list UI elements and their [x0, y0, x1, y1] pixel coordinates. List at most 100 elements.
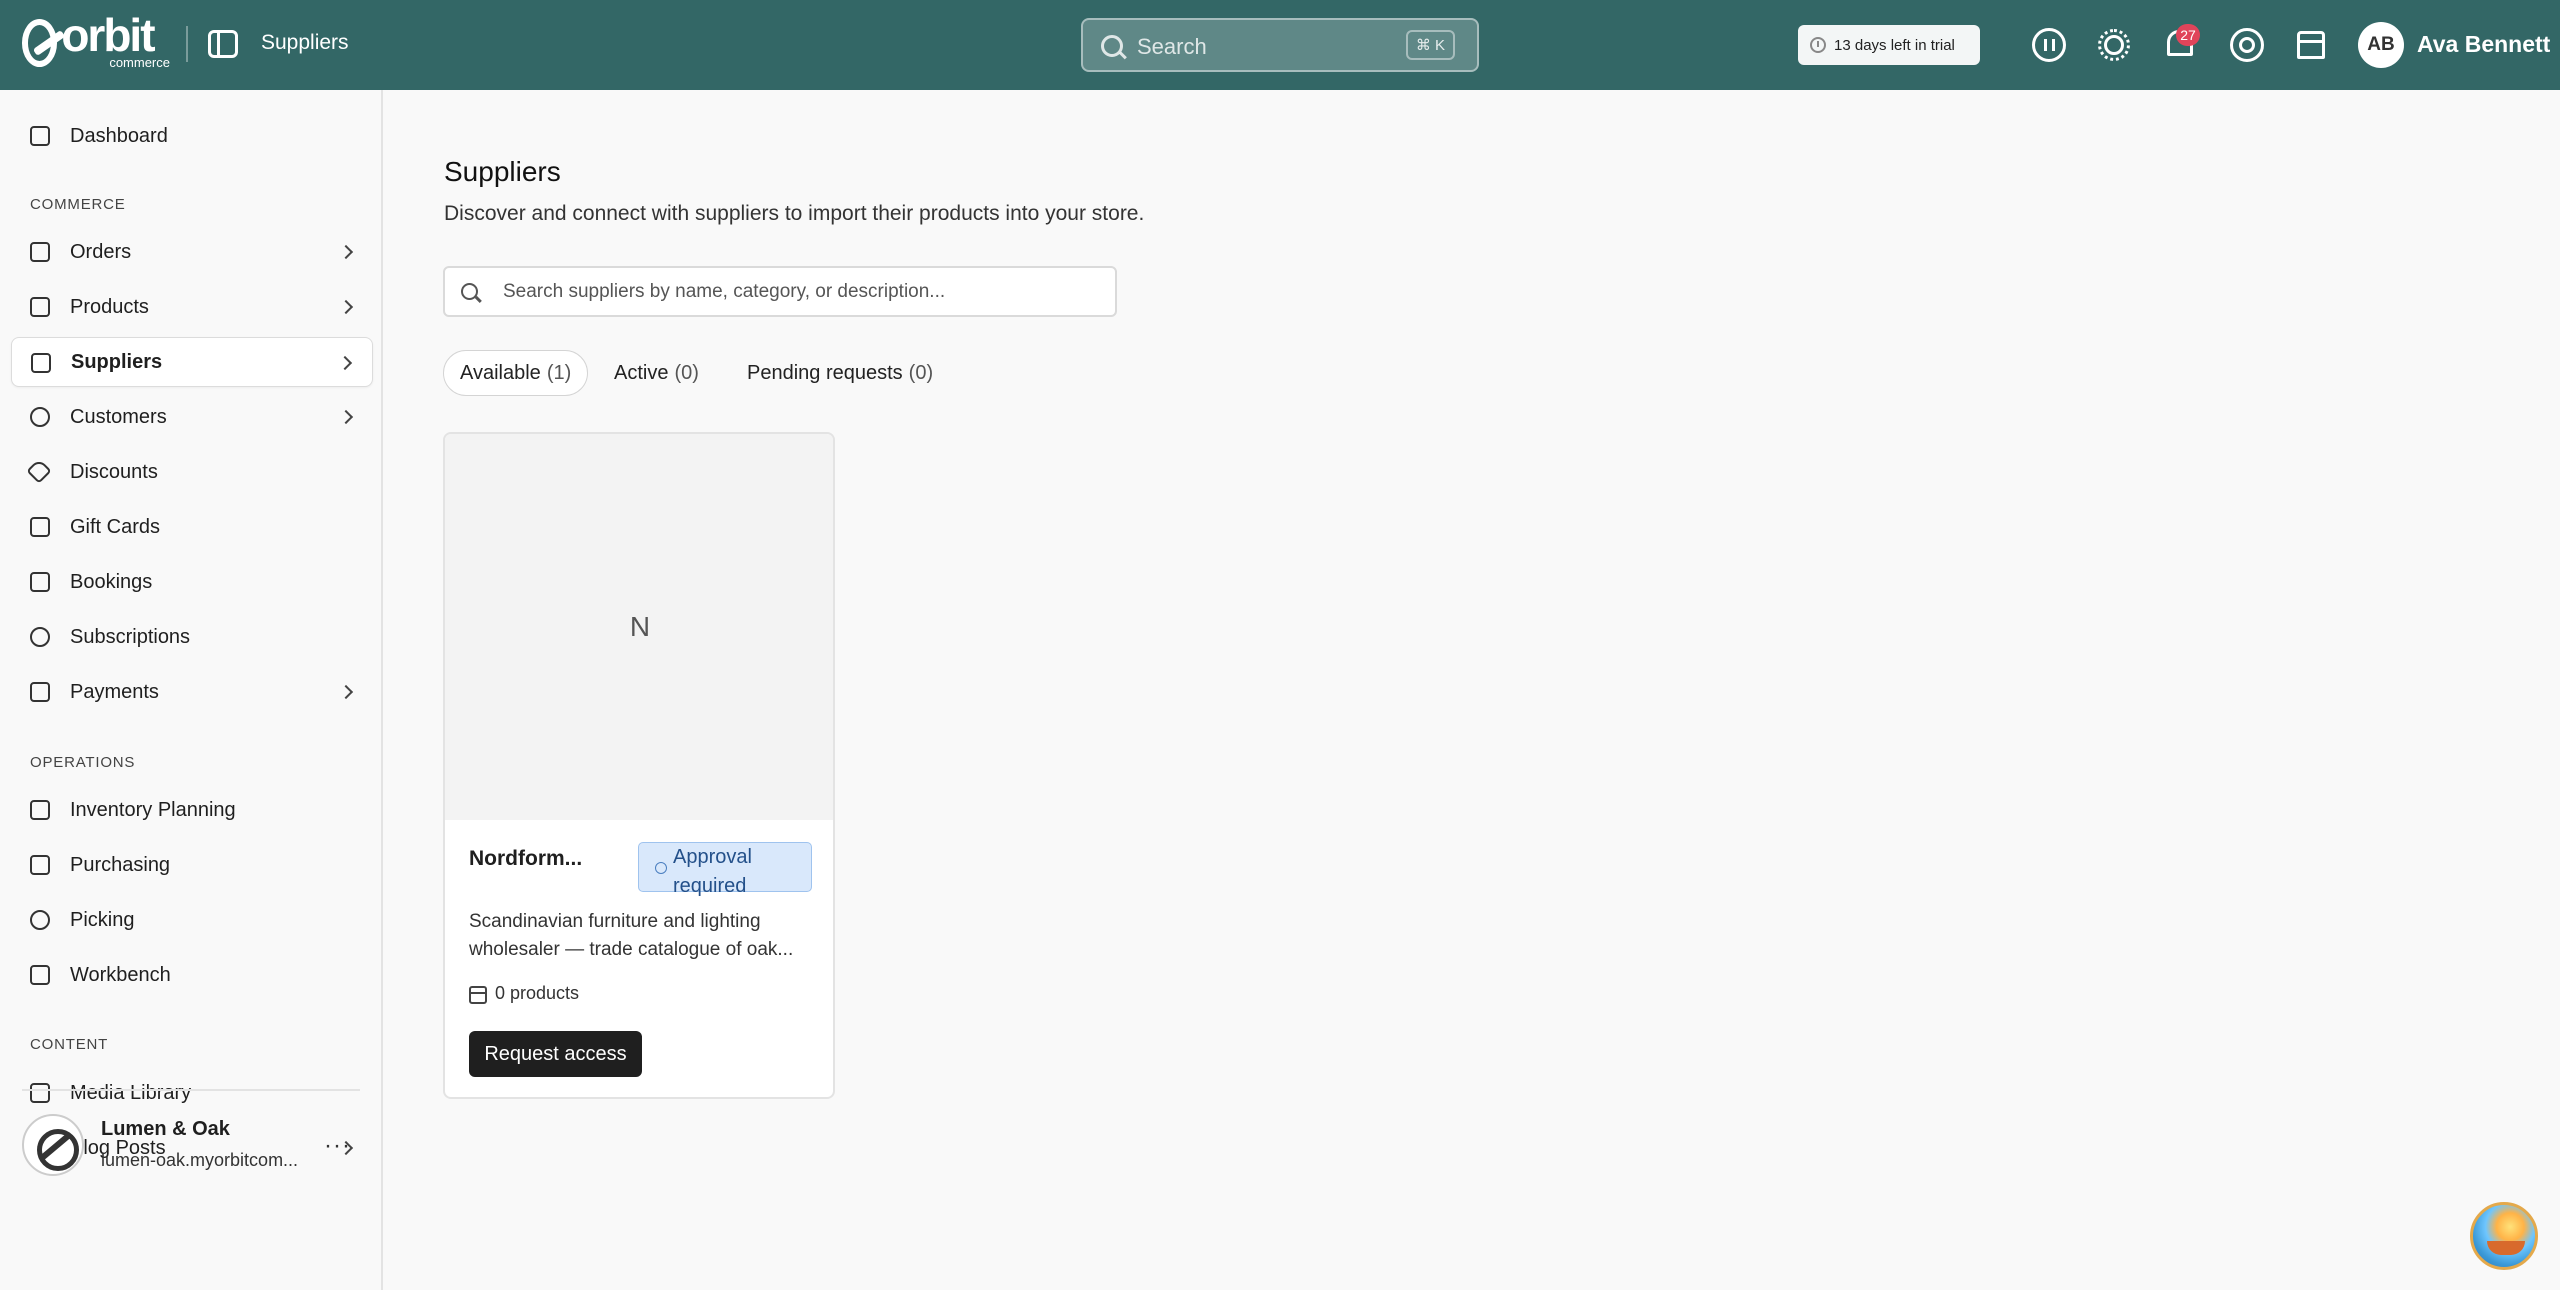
top-bar: orbit commerce Suppliers Search ⌘ K 13 d…: [0, 0, 2560, 90]
tab-count: (0): [908, 361, 934, 384]
help-lifebuoy-icon[interactable]: [2230, 28, 2264, 62]
section-label-content: CONTENT: [30, 1036, 109, 1053]
section-label-operations: OPERATIONS: [30, 754, 136, 771]
store-url: lumen-oak.myorbitcom...: [101, 1150, 299, 1170]
sidebar-item-purchasing[interactable]: Purchasing: [11, 840, 373, 890]
sidebar-item-label: Dashboard: [70, 124, 168, 147]
pause-icon[interactable]: [2032, 28, 2066, 62]
approval-status-badge: Approval required: [638, 842, 812, 897]
section-label-commerce: COMMERCE: [30, 196, 126, 213]
purchasing-icon: [30, 855, 50, 875]
page-description: Discover and connect with suppliers to i…: [444, 202, 1145, 225]
sidebar-item-label: Media Library: [70, 1081, 192, 1104]
sidebar-item-label: Workbench: [70, 963, 171, 986]
customers-icon: [30, 407, 50, 427]
user-name[interactable]: Ava Bennett: [2417, 31, 2550, 58]
status-dot-icon: [655, 862, 667, 874]
chevron-right-icon: [338, 409, 354, 425]
orbit-logo-icon: [22, 19, 58, 67]
sidebar: Dashboard COMMERCE Orders Products Suppl…: [0, 90, 383, 1290]
supplier-search-input[interactable]: [503, 276, 1103, 308]
badge-label: Approval required: [673, 846, 752, 897]
sidebar-item-label: Discounts: [70, 460, 158, 483]
package-icon: [469, 986, 487, 1004]
sidebar-item-label: Purchasing: [70, 853, 171, 876]
supplier-card[interactable]: N Nordform... Approval required Scandina…: [443, 432, 835, 1099]
image-icon: [30, 1083, 50, 1103]
sidebar-item-label: Subscriptions: [70, 625, 191, 648]
sidebar-item-bookings[interactable]: Bookings: [11, 557, 373, 607]
sidebar-item-orders[interactable]: Orders: [11, 227, 373, 277]
sidebar-item-media-library[interactable]: Media Library: [11, 1068, 373, 1118]
product-count: 0 products: [469, 982, 579, 1004]
orbit-commerce-logo[interactable]: orbit commerce: [22, 12, 170, 70]
sidebar-item-label: Customers: [70, 405, 167, 428]
tab-label: Available: [460, 361, 541, 384]
search-icon: [461, 283, 478, 300]
sidebar-item-inventory-planning[interactable]: Inventory Planning: [11, 785, 373, 835]
chevron-right-icon: [338, 299, 354, 315]
sidebar-item-dashboard[interactable]: Dashboard: [11, 111, 373, 161]
notification-count-badge: 27: [2176, 24, 2200, 46]
sidebar-item-payments[interactable]: Payments: [11, 667, 373, 717]
products-icon: [30, 297, 50, 317]
theme-sun-icon[interactable]: [2098, 29, 2130, 61]
tab-active[interactable]: Active (0): [614, 350, 699, 396]
map-pin-icon: [30, 910, 50, 930]
more-options-icon[interactable]: ···: [324, 1132, 351, 1160]
product-count-label: 0 products: [495, 982, 580, 1003]
supplier-description: Scandinavian furniture and lighting whol…: [469, 908, 819, 964]
tab-available[interactable]: Available (1): [443, 350, 589, 396]
sidebar-item-gift-cards[interactable]: Gift Cards: [11, 502, 373, 552]
sidebar-item-label: Picking: [70, 908, 135, 931]
orders-icon: [30, 242, 50, 262]
sidebar-item-label: Orders: [70, 240, 132, 263]
toggle-sidebar-icon[interactable]: [208, 30, 238, 58]
sidebar-item-label: Inventory Planning: [70, 798, 236, 821]
sidebar-item-subscriptions[interactable]: Subscriptions: [11, 612, 373, 662]
assistant-launcher-icon[interactable]: [2470, 1202, 2538, 1270]
logo-word: orbit: [61, 8, 155, 61]
sidebar-item-customers[interactable]: Customers: [11, 392, 373, 442]
storefront-icon[interactable]: [2297, 31, 2325, 59]
topbar-page-title: Suppliers: [261, 31, 349, 54]
description-line: wholesaler — trade catalogue of oak...: [469, 939, 794, 960]
user-avatar[interactable]: AB: [2358, 22, 2404, 68]
tab-count: (1): [546, 361, 572, 384]
sidebar-item-label: Payments: [70, 680, 159, 703]
trial-badge[interactable]: 13 days left in trial: [1798, 25, 1980, 65]
chevron-right-icon: [337, 355, 353, 371]
calendar-icon: [30, 572, 50, 592]
tag-icon: [26, 458, 52, 484]
supplier-search[interactable]: [443, 266, 1117, 317]
workbench-icon: [30, 965, 50, 985]
tab-count: (0): [674, 361, 699, 384]
gift-icon: [30, 517, 50, 537]
dashboard-icon: [30, 126, 50, 146]
sidebar-item-discounts[interactable]: Discounts: [11, 447, 373, 497]
sidebar-item-products[interactable]: Products: [11, 282, 373, 332]
sidebar-item-picking[interactable]: Picking: [11, 895, 373, 945]
suppliers-icon: [31, 353, 51, 373]
global-search-placeholder: Search: [1137, 34, 1207, 59]
sidebar-divider: [22, 1089, 360, 1091]
topbar-divider: [186, 26, 188, 62]
store-logo[interactable]: [22, 1114, 84, 1176]
sidebar-item-workbench[interactable]: Workbench: [11, 950, 373, 1000]
sidebar-item-label: Bookings: [70, 570, 153, 593]
sidebar-item-suppliers[interactable]: Suppliers: [11, 337, 373, 387]
sidebar-item-label: Products: [70, 295, 149, 318]
chevron-right-icon: [338, 684, 354, 700]
chevron-right-icon: [338, 244, 354, 260]
store-name[interactable]: Lumen & Oak: [101, 1118, 230, 1141]
search-icon: [1101, 35, 1123, 57]
credit-card-icon: [30, 682, 50, 702]
trial-text: 13 days left in trial: [1834, 36, 1955, 54]
tab-label: Pending requests: [747, 361, 903, 384]
logo-subtitle: commerce: [109, 54, 170, 70]
global-search[interactable]: Search ⌘ K: [1081, 18, 1479, 72]
supplier-image-placeholder: N: [445, 434, 833, 820]
request-access-button[interactable]: Request access: [469, 1031, 642, 1077]
sidebar-item-label: Suppliers: [71, 350, 163, 373]
tab-pending-requests[interactable]: Pending requests (0): [747, 350, 933, 396]
